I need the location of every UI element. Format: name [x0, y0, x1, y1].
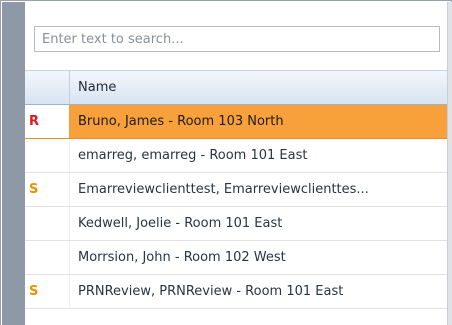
patient-list-panel: Name R Bruno, James - Room 103 North ema… — [25, 2, 447, 325]
flag-column-header[interactable] — [25, 71, 70, 104]
patient-name-cell: PRNReview, PRNReview - Room 101 East — [78, 284, 344, 299]
scrollbar-edge[interactable] — [447, 2, 452, 325]
patient-name-cell: Morrsion, John - Room 102 West — [78, 250, 286, 265]
flag-r-indicator: R — [25, 105, 70, 138]
patient-name-cell: Bruno, James - Room 103 North — [78, 114, 284, 129]
flag-s-indicator: S — [25, 173, 70, 206]
patient-list-window: Name R Bruno, James - Room 103 North ema… — [0, 0, 452, 325]
patient-name-cell: Kedwell, Joelie - Room 101 East — [78, 216, 283, 231]
grid-header: Name — [25, 70, 447, 105]
patient-name-cell: Emarreviewclienttest, Emarreviewclientte… — [78, 182, 369, 197]
flag-cell — [25, 241, 70, 274]
name-column-header[interactable]: Name — [70, 71, 447, 104]
left-rail — [2, 2, 25, 325]
patient-name-cell: emarreg, emarreg - Room 101 East — [78, 148, 308, 163]
patient-grid: Name R Bruno, James - Room 103 North ema… — [25, 70, 447, 309]
search-input[interactable] — [35, 27, 439, 51]
table-row[interactable]: Kedwell, Joelie - Room 101 East — [25, 207, 447, 241]
flag-cell — [25, 207, 70, 240]
table-row[interactable]: S PRNReview, PRNReview - Room 101 East — [25, 275, 447, 309]
table-row[interactable]: R Bruno, James - Room 103 North — [25, 105, 447, 139]
table-row[interactable]: S Emarreviewclienttest, Emarreviewclient… — [25, 173, 447, 207]
search-box[interactable] — [34, 26, 440, 52]
flag-s-indicator: S — [25, 275, 70, 308]
table-row[interactable]: emarreg, emarreg - Room 101 East — [25, 139, 447, 173]
flag-cell — [25, 139, 70, 172]
table-row[interactable]: Morrsion, John - Room 102 West — [25, 241, 447, 275]
